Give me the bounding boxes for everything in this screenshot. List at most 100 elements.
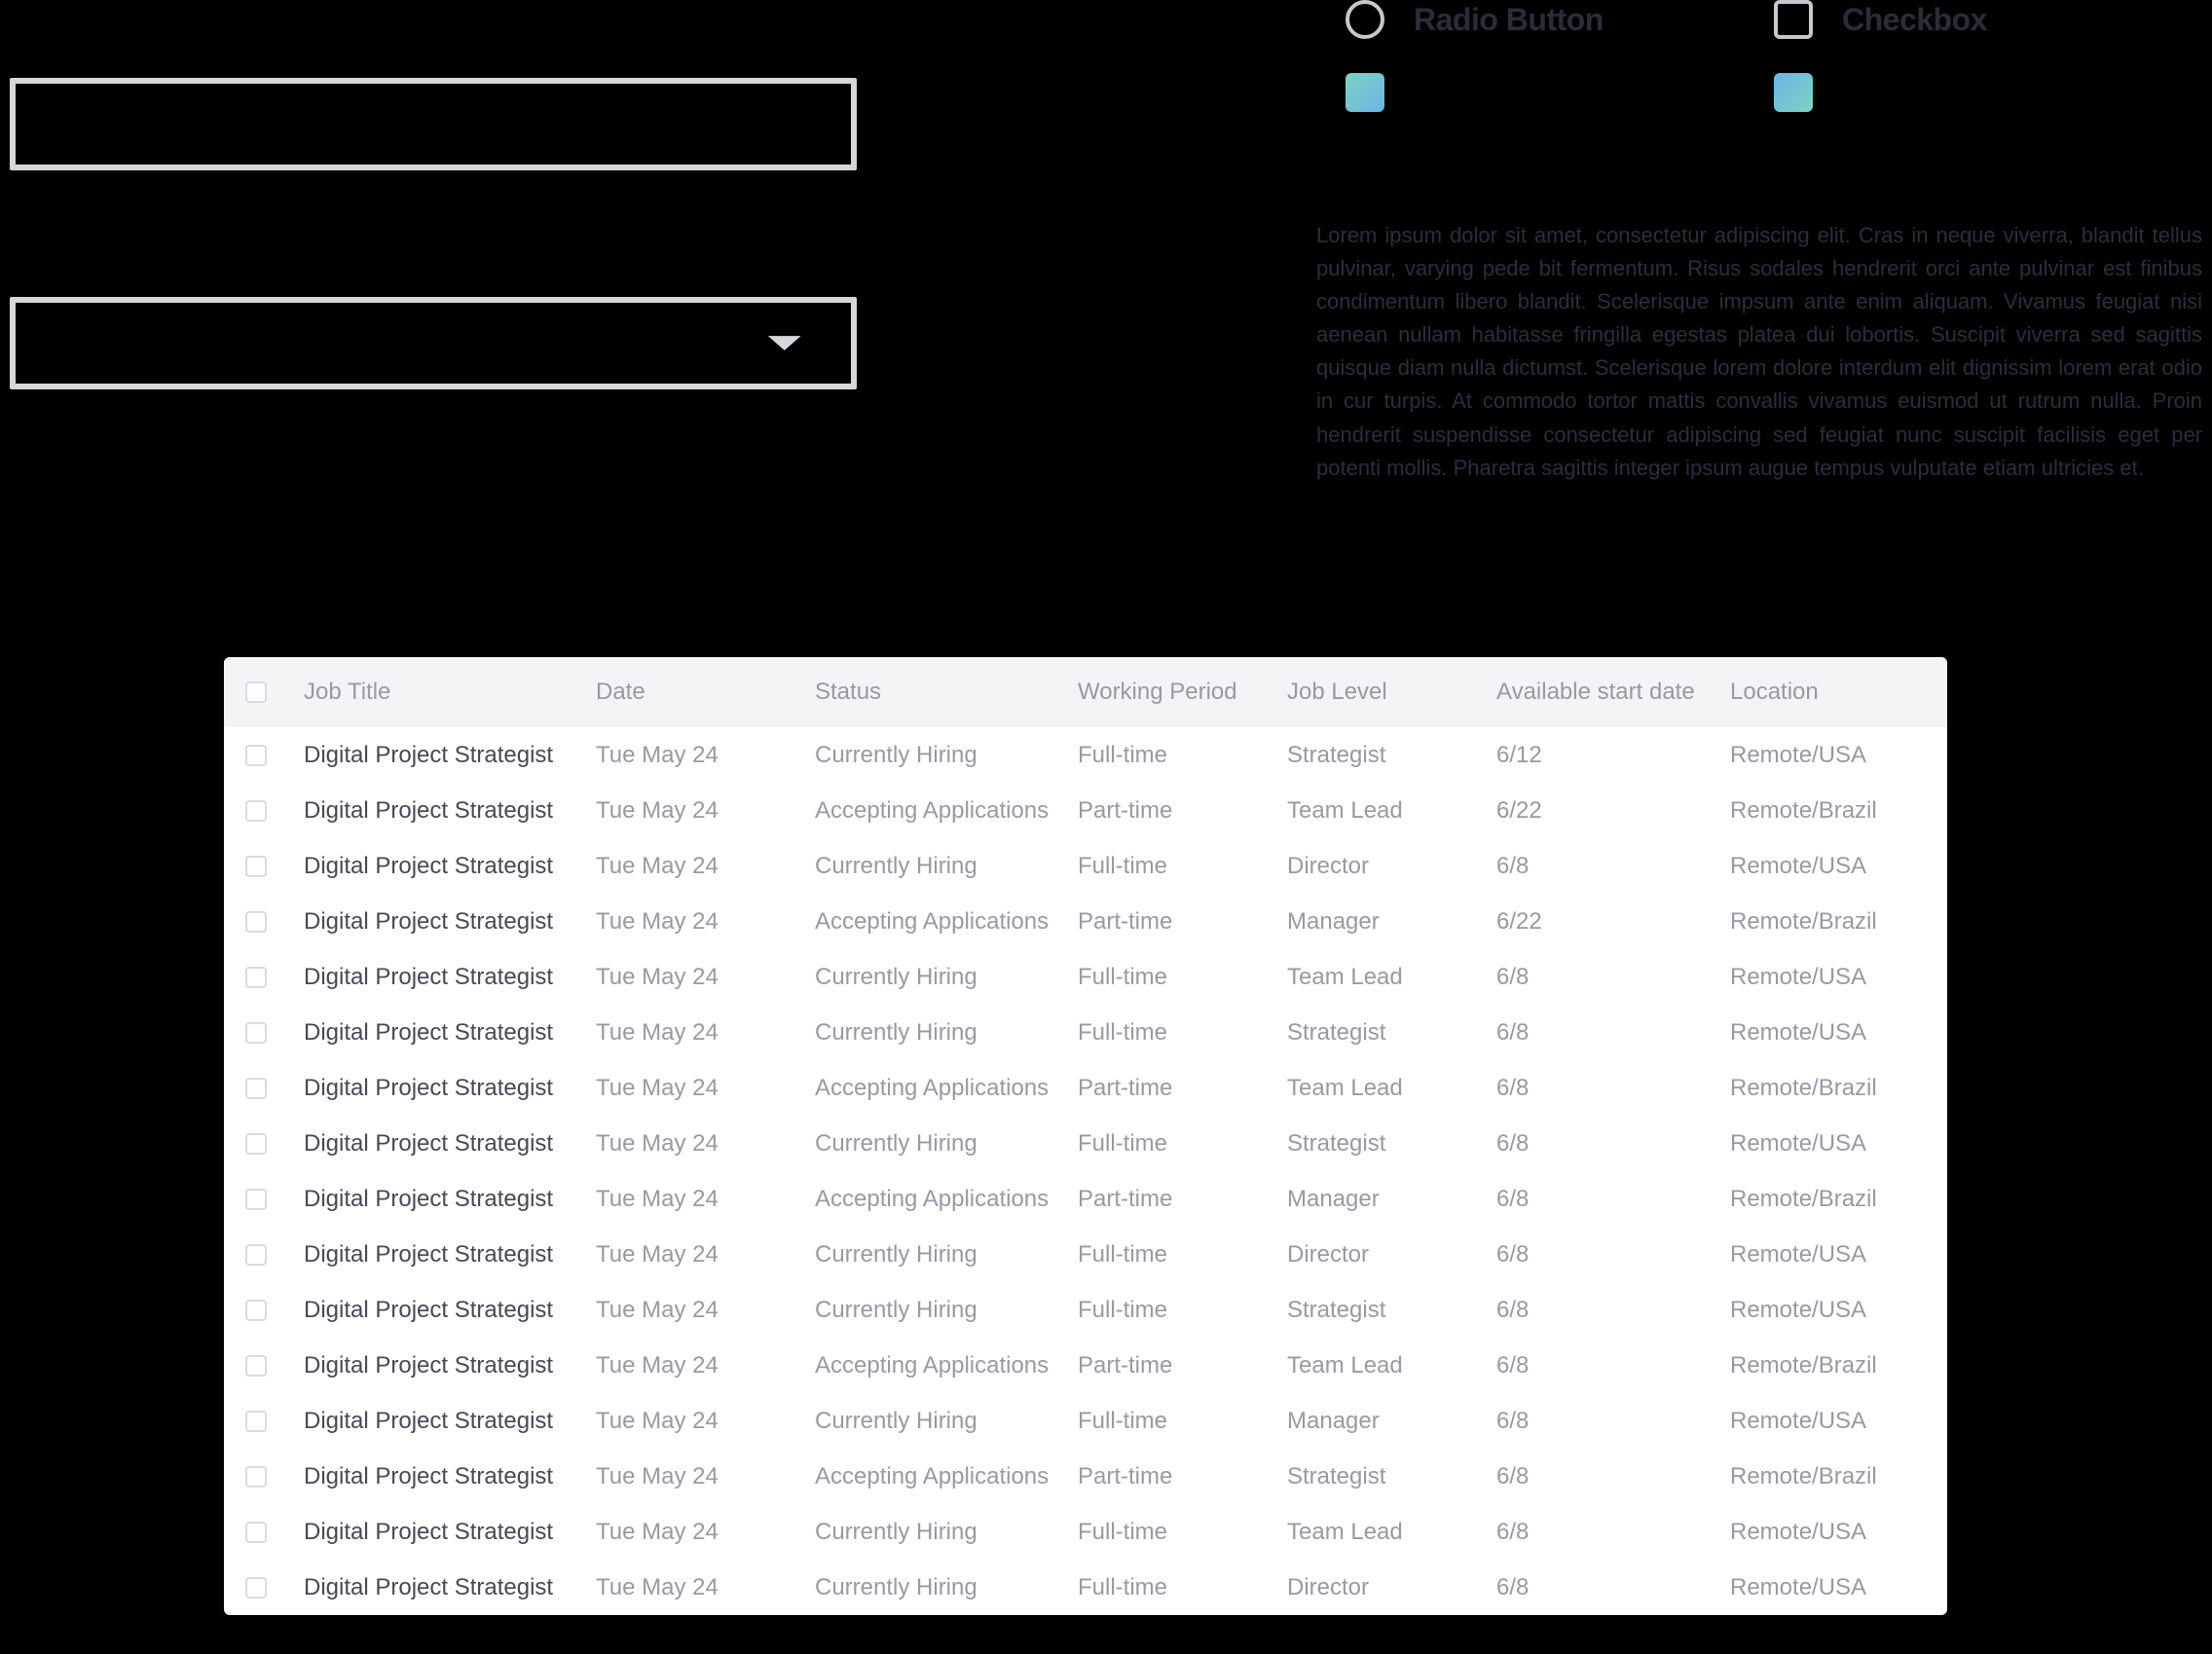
table-row[interactable]: Digital Project StrategistTue May 24Curr… [224,1504,1947,1560]
table-row[interactable]: Digital Project StrategistTue May 24Acce… [224,1449,1947,1504]
row-checkbox[interactable] [245,1466,267,1488]
gradient-swatch-icon [1346,73,1384,112]
text-input[interactable] [10,78,857,170]
palette-radio[interactable]: Radio Button [1346,0,1774,39]
cell-location: Remote/USA [1730,742,1926,769]
cell-job-title: Digital Project Strategist [304,1352,596,1379]
cell-status: Currently Hiring [815,742,1078,769]
cell-job-level: Team Lead [1287,1519,1496,1546]
table-row[interactable]: Digital Project StrategistTue May 24Acce… [224,1338,1947,1393]
cell-location: Remote/USA [1730,1130,1926,1158]
row-checkbox[interactable] [245,1022,267,1044]
table-header: Job Title Date Status Working Period Job… [224,657,1947,727]
select-dropdown[interactable] [10,297,857,389]
palette-swatch-b[interactable] [1774,73,2202,112]
cell-date: Tue May 24 [596,1297,815,1324]
header-location[interactable]: Location [1730,679,1926,706]
cell-date: Tue May 24 [596,742,815,769]
row-checkbox[interactable] [245,745,267,766]
table-row[interactable]: Digital Project StrategistTue May 24Acce… [224,783,1947,838]
table-row[interactable]: Digital Project StrategistTue May 24Curr… [224,1393,1947,1449]
table-row[interactable]: Digital Project StrategistTue May 24Curr… [224,1282,1947,1338]
cell-working-period: Part-time [1078,1186,1287,1213]
cell-date: Tue May 24 [596,1574,815,1601]
row-checkbox[interactable] [245,1133,267,1155]
cell-working-period: Part-time [1078,1075,1287,1102]
cell-location: Remote/USA [1730,1519,1926,1546]
row-checkbox[interactable] [245,800,267,822]
table-row[interactable]: Digital Project StrategistTue May 24Curr… [224,1227,1947,1282]
row-checkbox[interactable] [245,856,267,877]
cell-available-start: 6/8 [1496,1463,1730,1490]
table-row[interactable]: Digital Project StrategistTue May 24Curr… [224,1560,1947,1615]
table-row[interactable]: Digital Project StrategistTue May 24Acce… [224,1171,1947,1227]
cell-location: Remote/USA [1730,1019,1926,1047]
cell-job-level: Manager [1287,1408,1496,1435]
cell-date: Tue May 24 [596,1519,815,1546]
cell-location: Remote/Brazil [1730,1186,1926,1213]
cell-job-level: Strategist [1287,1463,1496,1490]
jobs-table: Job Title Date Status Working Period Job… [224,657,1947,1615]
row-checkbox[interactable] [245,1355,267,1377]
row-checkbox[interactable] [245,911,267,933]
header-working-period[interactable]: Working Period [1078,679,1287,706]
table-row[interactable]: Digital Project StrategistTue May 24Acce… [224,894,1947,949]
component-palette: Radio Button Checkbox [1346,0,2202,146]
cell-location: Remote/Brazil [1730,1463,1926,1490]
form-inputs-panel [10,78,857,516]
row-checkbox[interactable] [245,1577,267,1599]
table-row[interactable]: Digital Project StrategistTue May 24Curr… [224,838,1947,894]
cell-available-start: 6/12 [1496,742,1730,769]
cell-working-period: Part-time [1078,797,1287,825]
header-available-start[interactable]: Available start date [1496,679,1730,706]
cell-job-title: Digital Project Strategist [304,797,596,825]
checkbox-label: Checkbox [1842,2,1987,38]
cell-job-title: Digital Project Strategist [304,1241,596,1268]
table-row[interactable]: Digital Project StrategistTue May 24Curr… [224,1116,1947,1171]
row-checkbox[interactable] [245,1244,267,1266]
cell-location: Remote/Brazil [1730,1352,1926,1379]
palette-checkbox[interactable]: Checkbox [1774,0,2202,39]
table-row[interactable]: Digital Project StrategistTue May 24Curr… [224,949,1947,1005]
cell-status: Accepting Applications [815,908,1078,936]
header-job-level[interactable]: Job Level [1287,679,1496,706]
gradient-swatch-icon [1774,73,1813,112]
cell-job-level: Director [1287,853,1496,880]
cell-location: Remote/USA [1730,1297,1926,1324]
palette-swatch-a[interactable] [1346,73,1774,112]
table-row[interactable]: Digital Project StrategistTue May 24Acce… [224,1060,1947,1116]
table-row[interactable]: Digital Project StrategistTue May 24Curr… [224,727,1947,783]
cell-working-period: Full-time [1078,964,1287,991]
cell-location: Remote/Brazil [1730,908,1926,936]
row-checkbox[interactable] [245,1522,267,1543]
cell-working-period: Full-time [1078,1408,1287,1435]
radio-label: Radio Button [1414,2,1604,38]
cell-location: Remote/USA [1730,1408,1926,1435]
select-all-checkbox[interactable] [245,681,267,703]
cell-date: Tue May 24 [596,1463,815,1490]
row-checkbox[interactable] [245,1411,267,1432]
header-job-title[interactable]: Job Title [304,679,596,706]
cell-available-start: 6/22 [1496,797,1730,825]
cell-job-title: Digital Project Strategist [304,1297,596,1324]
cell-working-period: Part-time [1078,908,1287,936]
cell-status: Currently Hiring [815,1519,1078,1546]
table-body: Digital Project StrategistTue May 24Curr… [224,727,1947,1615]
row-checkbox[interactable] [245,1189,267,1210]
row-checkbox[interactable] [245,1300,267,1321]
table-row[interactable]: Digital Project StrategistTue May 24Curr… [224,1005,1947,1060]
cell-date: Tue May 24 [596,1130,815,1158]
cell-job-level: Team Lead [1287,797,1496,825]
header-status[interactable]: Status [815,679,1078,706]
cell-date: Tue May 24 [596,797,815,825]
cell-working-period: Full-time [1078,1297,1287,1324]
cell-status: Currently Hiring [815,1019,1078,1047]
cell-job-title: Digital Project Strategist [304,853,596,880]
cell-available-start: 6/8 [1496,1019,1730,1047]
row-checkbox[interactable] [245,967,267,988]
cell-working-period: Full-time [1078,1241,1287,1268]
cell-available-start: 6/22 [1496,908,1730,936]
header-date[interactable]: Date [596,679,815,706]
row-checkbox[interactable] [245,1078,267,1099]
cell-job-title: Digital Project Strategist [304,908,596,936]
